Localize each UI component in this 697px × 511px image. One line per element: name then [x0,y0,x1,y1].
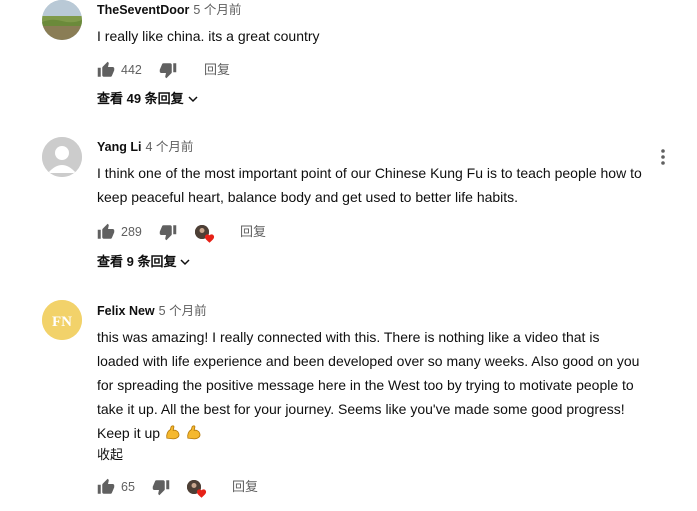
comment-text: I really like china. its a great country [97,28,320,44]
timestamp[interactable]: 4 个月前 [145,140,193,154]
comment-header: Felix New 5 个月前 [97,303,207,319]
reply-button[interactable]: 回复 [240,220,266,244]
reply-button[interactable]: 回复 [232,475,258,499]
avatar[interactable] [42,0,82,40]
avatar[interactable] [42,137,82,177]
avatar-initials-text: FN [52,314,72,330]
view-replies-label: 查看 9 条回复 [97,254,177,269]
comment-header: TheSeventDoor 5 个月前 [97,2,241,18]
timestamp[interactable]: 5 个月前 [159,304,207,318]
thumbs-up-icon[interactable] [97,223,115,241]
chevron-down-icon [188,96,198,102]
reply-button[interactable]: 回复 [204,58,230,82]
chevron-down-icon [180,259,190,265]
more-options-icon[interactable] [655,148,671,166]
view-replies-button[interactable]: 查看 49 条回复 [97,89,199,109]
comment-text: I think one of the most important point … [97,165,642,205]
flexed-biceps-icon [187,425,201,440]
thumbs-down-icon[interactable] [152,478,170,496]
thumbs-down-icon[interactable] [159,223,177,241]
creator-heart-badge [187,480,207,498]
thumbs-down-icon[interactable] [159,61,177,79]
default-avatar-icon [42,137,82,177]
timestamp[interactable]: 5 个月前 [193,3,241,17]
author-name[interactable]: TheSeventDoor [97,3,189,17]
heart-icon [204,234,215,243]
comment-actions: 442 回复 [97,58,497,82]
author-name[interactable]: Felix New [97,304,155,318]
comment-actions: 65 回复 [97,475,497,499]
view-replies-button[interactable]: 查看 9 条回复 [97,252,191,272]
comment-text: this was amazing! I really connected wit… [97,325,642,445]
like-count: 289 [121,225,142,239]
avatar[interactable]: FN [42,300,82,340]
heart-icon [196,489,207,498]
like-count: 65 [121,480,135,494]
like-count: 442 [121,63,142,77]
flexed-biceps-icon [166,425,180,440]
author-name[interactable]: Yang Li [97,140,141,154]
avatar-initials: FN [42,300,82,340]
creator-heart-badge [195,225,215,243]
thumbs-up-icon[interactable] [97,61,115,79]
show-less-button[interactable]: 收起 [97,445,123,465]
comment-actions: 289 回复 [97,220,497,244]
comment-header: Yang Li 4 个月前 [97,139,193,155]
thumbs-up-icon[interactable] [97,478,115,496]
view-replies-label: 查看 49 条回复 [97,91,184,106]
